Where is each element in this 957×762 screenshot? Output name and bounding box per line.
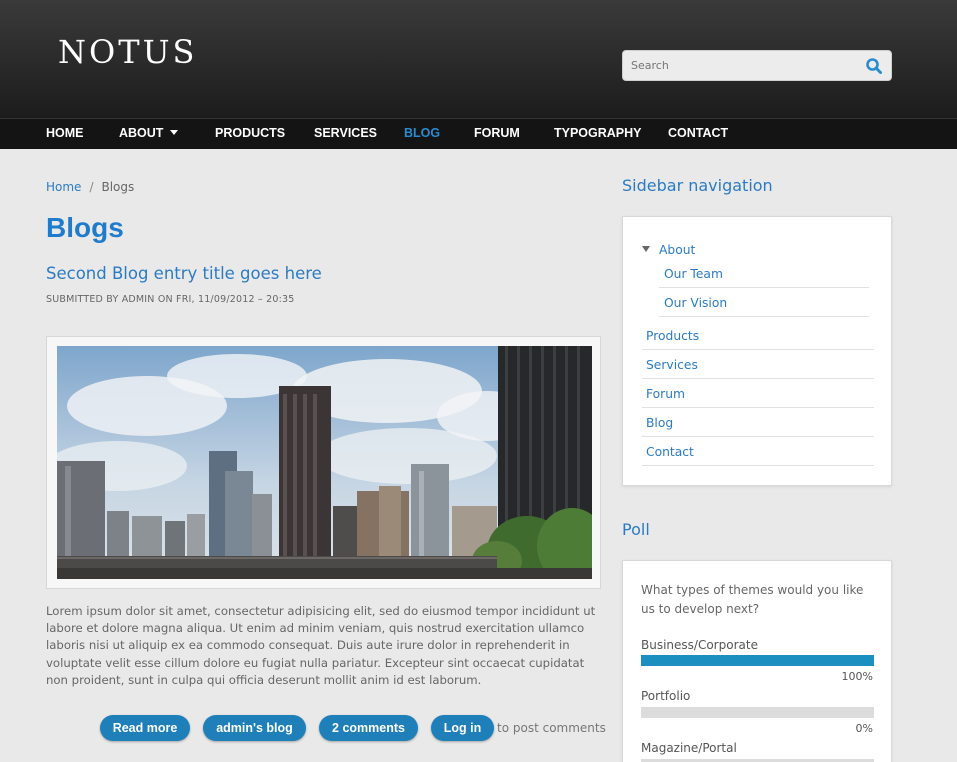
admins-blog-button[interactable]: admin's blog — [203, 715, 306, 741]
poll-question: What types of themes would you like us t… — [641, 583, 864, 616]
breadcrumb-current: Blogs — [101, 180, 135, 194]
sidebar-nav-title: Sidebar navigation — [622, 176, 773, 195]
sidebar-item-contact[interactable]: Contact — [646, 445, 694, 459]
main-nav: HOME ABOUT PRODUCTS SERVICES BLOG FORUM … — [0, 118, 957, 149]
poll-choice-label: Portfolio — [641, 689, 691, 703]
sidebar-item-services[interactable]: Services — [646, 358, 698, 372]
poll-result-bar — [641, 655, 874, 666]
nav-about-label: ABOUT — [119, 126, 164, 140]
poll-result-fill — [641, 655, 874, 666]
nav-blog[interactable]: BLOG — [404, 126, 440, 140]
poll-block: What types of themes would you like us t… — [622, 560, 892, 762]
page-title: Blogs — [46, 212, 124, 243]
divider — [642, 436, 874, 437]
nav-contact[interactable]: CONTACT — [668, 126, 728, 140]
poll-result-percent: 0% — [855, 722, 873, 735]
submitted-info: SUBMITTED BY ADMIN ON FRI, 11/09/2012 – … — [46, 294, 295, 305]
chevron-down-icon — [170, 130, 179, 135]
divider — [642, 407, 874, 408]
divider — [659, 287, 869, 288]
divider — [642, 378, 874, 379]
divider — [659, 316, 869, 317]
poll-result-bar — [641, 707, 874, 718]
site-logo[interactable]: NOTUS — [58, 33, 197, 71]
comments-button[interactable]: 2 comments — [319, 715, 418, 741]
entry-body: Lorem ipsum dolor sit amet, consectetur … — [46, 604, 596, 687]
nav-products[interactable]: PRODUCTS — [215, 126, 285, 140]
sidebar-nav-block: About Our Team Our Vision Products Servi… — [622, 216, 892, 486]
expanded-arrow-icon — [642, 246, 650, 252]
breadcrumb: Home / Blogs — [46, 180, 134, 194]
sidebar-item-forum[interactable]: Forum — [646, 387, 685, 401]
nav-forum[interactable]: FORUM — [474, 126, 520, 140]
read-more-button[interactable]: Read more — [100, 715, 190, 741]
search-input[interactable] — [623, 51, 858, 80]
search-icon[interactable] — [865, 57, 883, 75]
nav-about[interactable]: ABOUT — [119, 126, 179, 140]
sidebar-item-blog[interactable]: Blog — [646, 416, 673, 430]
divider — [642, 349, 874, 350]
search-form — [622, 50, 892, 81]
site-header: NOTUS — [0, 0, 957, 118]
sidebar-item-our-team[interactable]: Our Team — [664, 267, 723, 281]
breadcrumb-home[interactable]: Home — [46, 180, 81, 194]
poll-title: Poll — [622, 520, 650, 539]
to-post-comments-text: to post comments — [497, 721, 606, 735]
entry-title[interactable]: Second Blog entry title goes here — [46, 264, 322, 283]
nav-typography[interactable]: TYPOGRAPHY — [554, 126, 642, 140]
breadcrumb-separator: / — [89, 180, 94, 194]
sidebar-item-products[interactable]: Products — [646, 329, 699, 343]
log-in-button[interactable]: Log in — [431, 715, 494, 741]
nav-home[interactable]: HOME — [46, 126, 84, 140]
sidebar-item-about[interactable]: About — [659, 243, 695, 257]
poll-choice-label: Business/Corporate — [641, 638, 758, 652]
poll-result-percent: 100% — [841, 670, 873, 683]
city-skyline-image — [57, 346, 592, 579]
nav-services[interactable]: SERVICES — [314, 126, 377, 140]
divider — [642, 465, 874, 466]
sidebar-item-our-vision[interactable]: Our Vision — [664, 296, 727, 310]
entry-image — [46, 336, 601, 589]
poll-choice-label: Magazine/Portal — [641, 741, 737, 755]
